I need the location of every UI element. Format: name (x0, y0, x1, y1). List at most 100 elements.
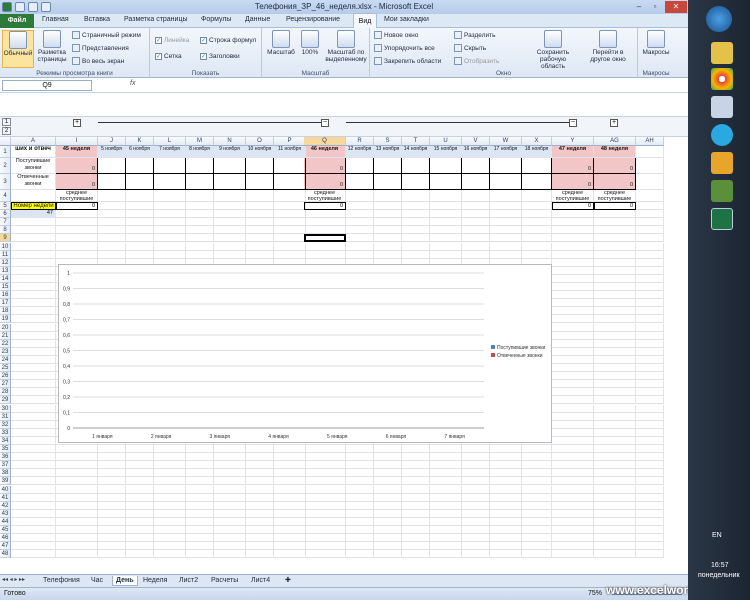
cell[interactable] (11, 274, 56, 283)
chrome-icon[interactable] (711, 68, 733, 90)
cell[interactable] (11, 509, 56, 518)
cell[interactable] (430, 526, 462, 535)
cell[interactable] (246, 210, 274, 219)
cell[interactable] (274, 550, 306, 559)
page-layout-button[interactable]: Разметка страницы (36, 30, 68, 63)
expand-group-button[interactable]: + (73, 119, 81, 127)
cell[interactable] (214, 485, 246, 494)
cell[interactable] (11, 234, 56, 243)
value-cell[interactable] (430, 158, 462, 174)
cell[interactable] (552, 526, 594, 535)
cell[interactable] (462, 234, 490, 243)
cell[interactable] (462, 190, 490, 202)
cell[interactable] (594, 404, 636, 413)
row-header[interactable]: 48 (0, 550, 11, 559)
cell[interactable] (11, 436, 56, 445)
day-header[interactable]: 18 ноября (522, 146, 552, 158)
cell[interactable] (11, 291, 56, 300)
cell[interactable] (430, 218, 462, 227)
row-header[interactable]: 5 (0, 202, 11, 211)
cell[interactable] (346, 493, 374, 502)
sheet-tab[interactable]: День (112, 576, 138, 586)
cell[interactable] (552, 380, 594, 389)
cell[interactable] (594, 477, 636, 486)
cell[interactable] (274, 453, 306, 462)
cell[interactable] (11, 380, 56, 389)
cell[interactable] (214, 477, 246, 486)
cell[interactable] (186, 517, 214, 526)
cell[interactable] (126, 542, 154, 551)
cell[interactable] (246, 534, 274, 543)
cell[interactable] (246, 485, 274, 494)
day-header[interactable]: 7 ноября (154, 146, 186, 158)
clock-time[interactable]: 16:57 (711, 562, 729, 569)
cell[interactable] (594, 420, 636, 429)
tab-data[interactable]: Данные (245, 16, 270, 23)
cell[interactable] (374, 534, 402, 543)
cell[interactable] (274, 477, 306, 486)
row-label[interactable]: Отвеченные звонки (11, 174, 56, 190)
cell[interactable] (56, 242, 98, 251)
cell[interactable] (154, 226, 186, 235)
cell[interactable] (636, 307, 664, 316)
cell[interactable] (154, 210, 186, 219)
week-header[interactable]: 46 неделя (304, 146, 346, 158)
cell[interactable] (56, 542, 98, 551)
cell[interactable] (594, 469, 636, 478)
cell[interactable] (402, 542, 430, 551)
value-cell[interactable] (186, 158, 214, 174)
cell[interactable] (214, 550, 246, 559)
cell[interactable] (490, 493, 522, 502)
row-header[interactable]: 26 (0, 372, 11, 381)
cell[interactable] (98, 526, 126, 535)
cell[interactable] (56, 461, 98, 470)
cell[interactable] (11, 226, 56, 235)
custom-views-button[interactable]: Представления (72, 44, 129, 52)
cell[interactable] (186, 242, 214, 251)
row-header[interactable]: 43 (0, 509, 11, 518)
cell[interactable] (374, 242, 402, 251)
cell[interactable] (98, 250, 126, 259)
cell[interactable] (402, 202, 430, 211)
cell[interactable] (186, 250, 214, 259)
tab-scroll-arrows[interactable]: ◂◂ ◂ ▸ ▸▸ (2, 576, 25, 583)
cell[interactable] (522, 453, 552, 462)
cell[interactable] (214, 469, 246, 478)
cell[interactable] (98, 218, 126, 227)
cell[interactable] (552, 299, 594, 308)
cell[interactable] (636, 445, 664, 454)
row-header[interactable]: 23 (0, 347, 11, 356)
cell[interactable] (56, 210, 98, 219)
cell[interactable] (490, 501, 522, 510)
value-cell[interactable] (402, 174, 430, 190)
unhide-button[interactable]: Отобразить (454, 57, 499, 65)
cell[interactable] (522, 190, 552, 202)
value-cell[interactable] (98, 158, 126, 174)
row-header[interactable]: 19 (0, 315, 11, 324)
cell[interactable] (246, 477, 274, 486)
cell[interactable] (154, 202, 186, 211)
cell[interactable] (11, 339, 56, 348)
cell[interactable] (126, 234, 154, 243)
cell[interactable] (430, 493, 462, 502)
cell[interactable] (56, 493, 98, 502)
cell[interactable] (186, 542, 214, 551)
cell[interactable] (552, 493, 594, 502)
tab-file[interactable]: Файл (0, 14, 34, 28)
cell[interactable] (154, 234, 186, 243)
cell[interactable] (636, 174, 664, 190)
sheet-tab[interactable]: Лист4 (248, 576, 273, 586)
cell[interactable] (636, 250, 664, 259)
cell[interactable] (594, 339, 636, 348)
column-header[interactable]: M (186, 137, 214, 146)
cell[interactable] (462, 517, 490, 526)
cell[interactable] (552, 477, 594, 486)
cell[interactable] (154, 477, 186, 486)
value-cell[interactable] (246, 158, 274, 174)
cell[interactable] (522, 526, 552, 535)
cell[interactable] (304, 250, 346, 259)
cell[interactable] (274, 509, 306, 518)
cell[interactable] (274, 461, 306, 470)
column-header[interactable]: AG (594, 137, 636, 146)
cell[interactable] (462, 485, 490, 494)
